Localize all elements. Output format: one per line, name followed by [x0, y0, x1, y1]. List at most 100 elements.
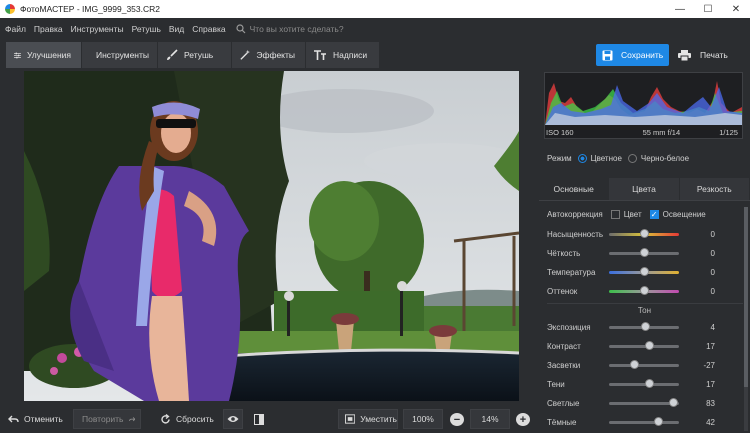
menu-file[interactable]: Файл	[5, 24, 26, 34]
slider-label: Оттенок	[547, 286, 578, 296]
window-title: ФотоМАСТЕР - IMG_9999_353.CR2	[20, 4, 160, 14]
menu-edit[interactable]: Правка	[34, 24, 63, 34]
menu-search[interactable]: Что вы хотите сделать?	[236, 24, 344, 34]
slider-value: -27	[703, 360, 715, 370]
mode-label: Режим	[547, 154, 572, 163]
close-button[interactable]: ✕	[722, 0, 750, 18]
tab-label: Улучшения	[26, 50, 71, 60]
tab-label: Надписи	[333, 50, 368, 60]
exif-info: ISO 160 55 mm f/14 1/125	[546, 128, 738, 140]
autocorrect-light-checkbox[interactable]: ✓	[649, 210, 659, 219]
autocorrect-row: Автокоррекция Цвет ✓ Освещение	[547, 210, 747, 219]
panel-scrollbar-thumb[interactable]	[744, 207, 748, 387]
tab-enhancements[interactable]: Улучшения	[6, 42, 82, 68]
adjustments-panel: ISO 160 55 mm f/14 1/125 Режим Цветное Ч…	[539, 70, 750, 433]
slider-value: 17	[706, 379, 715, 389]
menu-retouch[interactable]: Ретушь	[132, 24, 161, 34]
fit-button[interactable]: Уместить	[338, 409, 398, 429]
mode-color-label[interactable]: Цветное	[591, 154, 622, 163]
slider-knob[interactable]	[654, 417, 664, 426]
tab-colors[interactable]: Цвета	[609, 178, 680, 200]
slider-knob[interactable]	[630, 360, 640, 369]
lens-value: 55 mm f/14	[642, 128, 681, 137]
zoom-100-button[interactable]: 100%	[403, 409, 443, 429]
redo-arrow-icon	[128, 416, 135, 421]
slider-label: Температура	[547, 267, 596, 277]
adjustment-tabs: Основные Цвета Резкость	[539, 178, 750, 201]
main-tabs: Улучшения Инструменты Ретушь Эффекты Над…	[6, 42, 380, 68]
canvas-margin-left	[0, 70, 24, 402]
redo-button[interactable]: Повторить	[73, 409, 141, 429]
slider-label: Насыщенность	[547, 229, 604, 239]
tab-basic[interactable]: Основные	[539, 178, 610, 200]
compare-toggle[interactable]	[251, 409, 267, 429]
slider-knob[interactable]	[639, 267, 649, 276]
slider-knob[interactable]	[668, 398, 678, 407]
tab-effects[interactable]: Эффекты	[232, 42, 306, 68]
slider-track[interactable]	[609, 345, 679, 348]
slider-label: Чёткость	[547, 248, 581, 258]
slider-value: 0	[710, 248, 715, 258]
slider-knob[interactable]	[640, 322, 650, 331]
slider-value: 83	[706, 398, 715, 408]
save-label: Сохранить	[621, 50, 664, 60]
menu-help[interactable]: Справка	[192, 24, 225, 34]
save-button[interactable]: Сохранить	[596, 44, 669, 66]
undo-button[interactable]: Отменить	[8, 409, 70, 429]
print-label: Печать	[700, 50, 728, 60]
photo-canvas[interactable]	[24, 71, 519, 401]
slider-label: Светлые	[547, 398, 580, 408]
slider-track[interactable]	[609, 421, 679, 424]
autocorrect-color-label[interactable]: Цвет	[624, 210, 642, 219]
magic-wand-icon	[240, 49, 250, 60]
slider-knob[interactable]	[645, 379, 655, 388]
slider-highlights: Засветки -27	[547, 358, 743, 372]
tab-captions[interactable]: Надписи	[306, 42, 380, 68]
print-button[interactable]: Печать	[672, 44, 742, 66]
slider-knob[interactable]	[639, 286, 649, 295]
tab-tools[interactable]: Инструменты	[82, 42, 158, 68]
undo-arrow-icon	[8, 415, 19, 422]
slider-exposure: Экспозиция 4	[547, 320, 743, 334]
menu-view[interactable]: Вид	[169, 24, 184, 34]
zoom-level-value: 14%	[481, 414, 499, 424]
mode-bw-label[interactable]: Черно-белое	[641, 154, 689, 163]
slider-value: 0	[710, 229, 715, 239]
mode-selector: Режим Цветное Черно-белое	[547, 154, 689, 163]
minimize-button[interactable]: —	[666, 0, 694, 18]
slider-knob[interactable]	[645, 341, 655, 350]
reset-button[interactable]: Сбросить	[160, 409, 220, 429]
tab-label: Ретушь	[184, 50, 214, 60]
slider-track[interactable]	[609, 364, 679, 367]
preview-toggle[interactable]	[223, 409, 243, 429]
reset-label: Сбросить	[176, 414, 214, 424]
slider-value: 0	[710, 267, 715, 277]
autocorrect-light-label[interactable]: Освещение	[663, 210, 706, 219]
menu-tools[interactable]: Инструменты	[71, 24, 124, 34]
radio-color[interactable]	[577, 154, 587, 163]
slider-value: 17	[706, 341, 715, 351]
canvas-margin-right	[519, 70, 539, 402]
histogram-graph	[545, 81, 742, 125]
tab-retouch[interactable]: Ретушь	[158, 42, 232, 68]
slider-clarity: Чёткость 0	[547, 246, 743, 260]
zoom-level-field[interactable]: 14%	[470, 409, 510, 429]
split-view-icon	[254, 413, 264, 425]
redo-label: Повторить	[82, 414, 124, 424]
slider-knob[interactable]	[639, 248, 649, 257]
slider-shadows: Тени 17	[547, 377, 743, 391]
zoom-in-button[interactable]: +	[516, 413, 530, 426]
eye-icon	[227, 416, 239, 422]
fit-label: Уместить	[360, 414, 397, 424]
slider-knob[interactable]	[639, 229, 649, 238]
maximize-button[interactable]: ☐	[694, 0, 722, 18]
slider-saturation: Насыщенность 0	[547, 227, 743, 241]
bottom-bar: Отменить Повторить Сбросить Уместить 100…	[0, 403, 540, 433]
radio-bw[interactable]	[627, 154, 637, 163]
slider-temperature: Температура 0	[547, 265, 743, 279]
slider-track[interactable]	[609, 383, 679, 386]
tab-sharpness[interactable]: Резкость	[679, 178, 750, 200]
menu-bar: Файл Правка Инструменты Ретушь Вид Справ…	[0, 18, 750, 40]
zoom-out-button[interactable]: −	[450, 413, 464, 426]
autocorrect-color-checkbox[interactable]	[610, 210, 620, 219]
